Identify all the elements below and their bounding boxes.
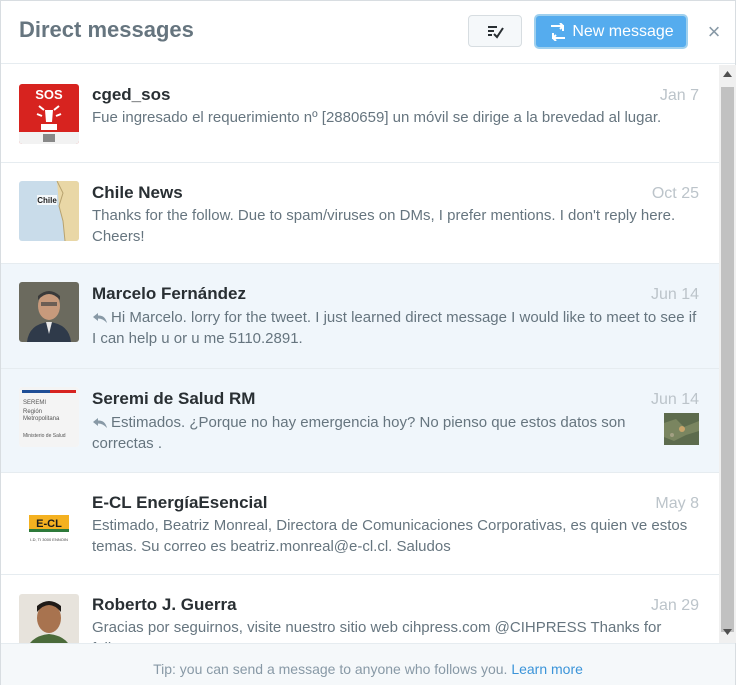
dialog-footer: Tip: you can send a message to anyone wh… bbox=[1, 643, 735, 685]
conversation-date: Jun 14 bbox=[650, 391, 699, 408]
avatar-logo-text: Región bbox=[23, 409, 42, 415]
conversation-row[interactable]: Marcelo Fernández Jun 14 Hi Marcelo. lor… bbox=[1, 264, 719, 369]
conversation-preview: Thanks for the follow. Due to spam/virus… bbox=[92, 207, 676, 245]
reply-icon bbox=[93, 418, 107, 429]
conversation-row[interactable]: E-CL I-D, TI 3000 ENNOIN E-CL EnergíaEse… bbox=[1, 473, 719, 575]
message-text: Hi Marcelo. lorry for the tweet. I just … bbox=[92, 309, 697, 347]
conversation-list: SOS cged_sos Jan 7 Fue ingresado el requ… bbox=[1, 65, 719, 643]
mark-all-read-button[interactable] bbox=[468, 15, 522, 47]
new-message-label: New message bbox=[572, 22, 674, 40]
new-message-button[interactable]: New message bbox=[534, 14, 688, 49]
avatar: SEREMI Región Metropolitana Ministerio d… bbox=[19, 387, 79, 447]
conversation-name: cged_sos bbox=[92, 85, 171, 104]
conversation-date: Jun 14 bbox=[650, 286, 699, 303]
conversation-row[interactable]: SEREMI Región Metropolitana Ministerio d… bbox=[1, 369, 719, 473]
avatar-logo-text: I-D, TI 3000 ENNOIN bbox=[30, 537, 68, 542]
reply-icon bbox=[93, 313, 107, 324]
conversation-row[interactable]: Roberto J. Guerra Jan 29 Gracias por seg… bbox=[1, 575, 719, 643]
conversation-preview: Fue ingresado el requerimiento nº [28806… bbox=[92, 109, 662, 126]
avatar: SOS bbox=[19, 84, 79, 144]
media-thumbnail[interactable] bbox=[664, 413, 699, 445]
avatar-logo-text: Metropolitana bbox=[23, 416, 60, 422]
avatar-logo-text: Ministerio de Salud bbox=[23, 433, 66, 439]
dialog-title: Direct messages bbox=[19, 17, 194, 42]
dm-dialog: Direct messages New message × SOS cged_s… bbox=[0, 0, 736, 685]
mark-all-read-icon bbox=[488, 26, 504, 39]
conversation-date: Jan 7 bbox=[659, 87, 699, 104]
conversation-date: Jan 29 bbox=[650, 597, 699, 614]
conversation-name: E-CL EnergíaEsencial bbox=[92, 493, 268, 512]
compose-dm-icon bbox=[551, 22, 566, 41]
conversation-row[interactable]: SOS cged_sos Jan 7 Fue ingresado el requ… bbox=[1, 65, 719, 163]
conversation-name: Chile News bbox=[92, 183, 183, 202]
scrollbar[interactable] bbox=[719, 65, 736, 643]
avatar-logo-text: Chile bbox=[37, 196, 57, 205]
avatar: Chile bbox=[19, 181, 79, 241]
footer-tip: Tip: you can send a message to anyone wh… bbox=[153, 661, 508, 677]
conversation-name: Marcelo Fernández bbox=[92, 284, 246, 303]
avatar-logo-text: SOS bbox=[35, 87, 63, 102]
conversation-preview: Estimados. ¿Porque no hay emergencia hoy… bbox=[92, 412, 652, 454]
avatar: E-CL I-D, TI 3000 ENNOIN bbox=[19, 493, 79, 553]
conversation-date: May 8 bbox=[655, 495, 699, 512]
conversation-row[interactable]: Chile Chile News Oct 25 Thanks for the f… bbox=[1, 163, 719, 264]
conversation-preview: Estimado, Beatriz Monreal, Directora de … bbox=[92, 517, 688, 555]
avatar-logo-text: SEREMI bbox=[23, 400, 46, 406]
close-button[interactable]: × bbox=[702, 18, 726, 46]
conversation-date: Oct 25 bbox=[651, 185, 699, 202]
avatar-logo-text: E-CL bbox=[36, 518, 62, 530]
conversation-name: Seremi de Salud RM bbox=[92, 389, 256, 408]
close-icon: × bbox=[707, 19, 721, 44]
conversation-preview: Hi Marcelo. lorry for the tweet. I just … bbox=[92, 307, 698, 349]
scroll-up-icon[interactable] bbox=[723, 71, 732, 77]
conversation-name: Roberto J. Guerra bbox=[92, 595, 237, 614]
avatar bbox=[19, 282, 79, 342]
learn-more-link[interactable]: Learn more bbox=[511, 661, 583, 677]
dialog-header: Direct messages New message × bbox=[1, 1, 735, 64]
message-text: Estimados. ¿Porque no hay emergencia hoy… bbox=[92, 414, 626, 452]
conversation-preview: Gracias por seguirnos, visite nuestro si… bbox=[92, 619, 662, 643]
scroll-down-icon[interactable] bbox=[723, 629, 732, 635]
avatar bbox=[19, 594, 79, 643]
scrollbar-thumb[interactable] bbox=[721, 87, 734, 632]
